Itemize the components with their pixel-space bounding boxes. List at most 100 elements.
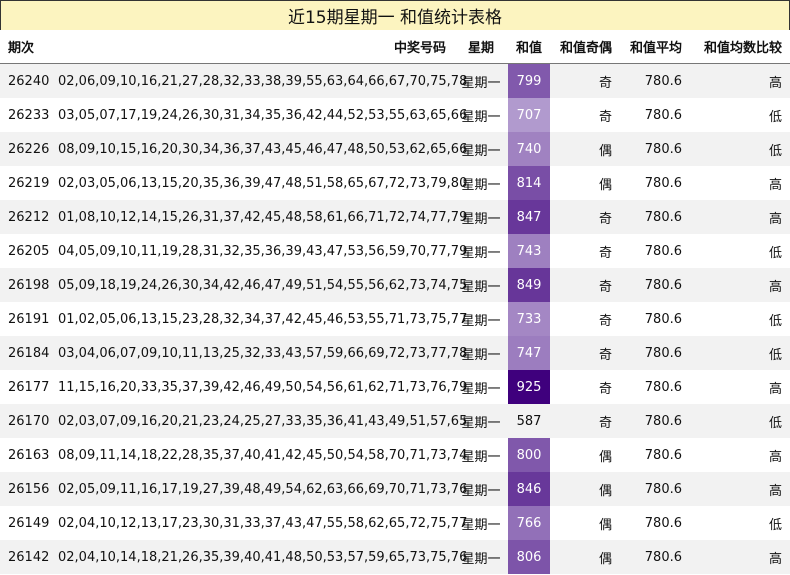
header-compare: 和值均数比较 [690,30,790,64]
cell-winning-numbers: 02,06,09,10,16,21,27,28,32,33,38,39,55,6… [52,63,467,98]
cell-sum: 846 [508,472,550,506]
cell-winning-numbers: 02,04,10,12,13,17,23,30,31,33,37,43,47,5… [52,506,467,540]
cell-sum: 806 [508,540,550,574]
cell-average-comparison: 低 [690,302,790,336]
cell-average-comparison: 高 [690,540,790,574]
cell-sum-average: 780.6 [620,336,690,370]
cell-sum-average: 780.6 [620,438,690,472]
cell-issue: 26184 [0,336,52,370]
table-row: 26142 02,04,10,14,18,21,26,35,39,40,41,48… [0,540,790,574]
header-weekday: 星期 [454,30,508,64]
cell-weekday: 星期一 [454,63,508,98]
cell-issue: 26226 [0,132,52,166]
table-row: 26212 01,08,10,12,14,15,26,31,37,42,45,48… [0,200,790,234]
table-row: 26149 02,04,10,12,13,17,23,30,31,33,37,43… [0,506,790,540]
table-row: 26184 03,04,06,07,09,10,11,13,25,32,33,43… [0,336,790,370]
cell-issue: 26156 [0,472,52,506]
cell-sum: 587 [508,404,550,438]
cell-sum: 733 [508,302,550,336]
cell-issue: 26149 [0,506,52,540]
cell-sum: 740 [508,132,550,166]
table-row: 26163 08,09,11,14,18,22,28,35,37,40,41,42… [0,438,790,472]
table-row: 26191 01,02,05,06,13,15,23,28,32,34,37,42… [0,302,790,336]
cell-weekday: 星期一 [454,404,508,438]
cell-sum-parity: 奇 [550,404,620,438]
cell-sum: 814 [508,166,550,200]
cell-sum-average: 780.6 [620,132,690,166]
cell-average-comparison: 高 [690,472,790,506]
cell-sum: 800 [508,438,550,472]
cell-sum-average: 780.6 [620,98,690,132]
cell-winning-numbers: 01,08,10,12,14,15,26,31,37,42,45,48,58,6… [52,200,467,234]
cell-average-comparison: 低 [690,404,790,438]
cell-issue: 26170 [0,404,52,438]
cell-weekday: 星期一 [454,234,508,268]
cell-sum-average: 780.6 [620,63,690,98]
sum-stats-table: 期次 中奖号码 星期 和值 和值奇偶 和值平均 和值均数比较 26240 02,0… [0,30,790,574]
cell-sum-average: 780.6 [620,540,690,574]
cell-sum-average: 780.6 [620,472,690,506]
cell-issue: 26219 [0,166,52,200]
cell-average-comparison: 高 [690,438,790,472]
cell-sum-parity: 偶 [550,506,620,540]
cell-sum-average: 780.6 [620,506,690,540]
header-parity: 和值奇偶 [550,30,620,64]
cell-issue: 26233 [0,98,52,132]
cell-sum-average: 780.6 [620,166,690,200]
cell-sum: 799 [508,63,550,98]
cell-sum-parity: 奇 [550,234,620,268]
cell-winning-numbers: 08,09,10,15,16,20,30,34,36,37,43,45,46,4… [52,132,467,166]
cell-sum: 707 [508,98,550,132]
cell-weekday: 星期一 [454,166,508,200]
table-body: 26240 02,06,09,10,16,21,27,28,32,33,38,39… [0,63,790,574]
cell-issue: 26142 [0,540,52,574]
cell-average-comparison: 高 [690,63,790,98]
table-row: 26177 11,15,16,20,33,35,37,39,42,46,49,50… [0,370,790,404]
cell-sum-parity: 偶 [550,438,620,472]
cell-sum-parity: 奇 [550,63,620,98]
cell-winning-numbers: 04,05,09,10,11,19,28,31,32,35,36,39,43,4… [52,234,467,268]
cell-sum: 743 [508,234,550,268]
cell-weekday: 星期一 [454,302,508,336]
header-numbers: 中奖号码 [52,30,454,64]
cell-average-comparison: 高 [690,370,790,404]
cell-weekday: 星期一 [454,506,508,540]
cell-average-comparison: 低 [690,132,790,166]
cell-issue: 26240 [0,63,52,98]
cell-weekday: 星期一 [454,132,508,166]
cell-issue: 26177 [0,370,52,404]
table-row: 26170 02,03,07,09,16,20,21,23,24,25,27,33… [0,404,790,438]
table-row: 26240 02,06,09,10,16,21,27,28,32,33,38,39… [0,63,790,98]
cell-average-comparison: 高 [690,166,790,200]
cell-winning-numbers: 08,09,11,14,18,22,28,35,37,40,41,42,45,5… [52,438,467,472]
cell-sum: 747 [508,336,550,370]
table-title: 近15期星期一 和值统计表格 [0,0,790,31]
table-row: 26156 02,05,09,11,16,17,19,27,39,48,49,54… [0,472,790,506]
cell-winning-numbers: 05,09,18,19,24,26,30,34,42,46,47,49,51,5… [52,268,467,302]
header-average: 和值平均 [620,30,690,64]
cell-issue: 26163 [0,438,52,472]
cell-sum: 847 [508,200,550,234]
cell-sum-parity: 偶 [550,472,620,506]
table-row: 26226 08,09,10,15,16,20,30,34,36,37,43,45… [0,132,790,166]
cell-sum-average: 780.6 [620,234,690,268]
cell-weekday: 星期一 [454,336,508,370]
table-row: 26198 05,09,18,19,24,26,30,34,42,46,47,49… [0,268,790,302]
cell-winning-numbers: 02,03,07,09,16,20,21,23,24,25,27,33,35,3… [52,404,467,438]
cell-sum-parity: 偶 [550,540,620,574]
cell-issue: 26212 [0,200,52,234]
cell-sum-average: 780.6 [620,370,690,404]
cell-weekday: 星期一 [454,268,508,302]
cell-sum-average: 780.6 [620,200,690,234]
cell-sum-parity: 奇 [550,268,620,302]
cell-sum-parity: 奇 [550,336,620,370]
cell-average-comparison: 低 [690,98,790,132]
header-row: 期次 中奖号码 星期 和值 和值奇偶 和值平均 和值均数比较 [0,30,790,64]
cell-sum: 766 [508,506,550,540]
cell-weekday: 星期一 [454,370,508,404]
cell-weekday: 星期一 [454,472,508,506]
cell-sum-parity: 偶 [550,132,620,166]
table-row: 26219 02,03,05,06,13,15,20,35,36,39,47,48… [0,166,790,200]
cell-average-comparison: 低 [690,234,790,268]
cell-average-comparison: 低 [690,506,790,540]
